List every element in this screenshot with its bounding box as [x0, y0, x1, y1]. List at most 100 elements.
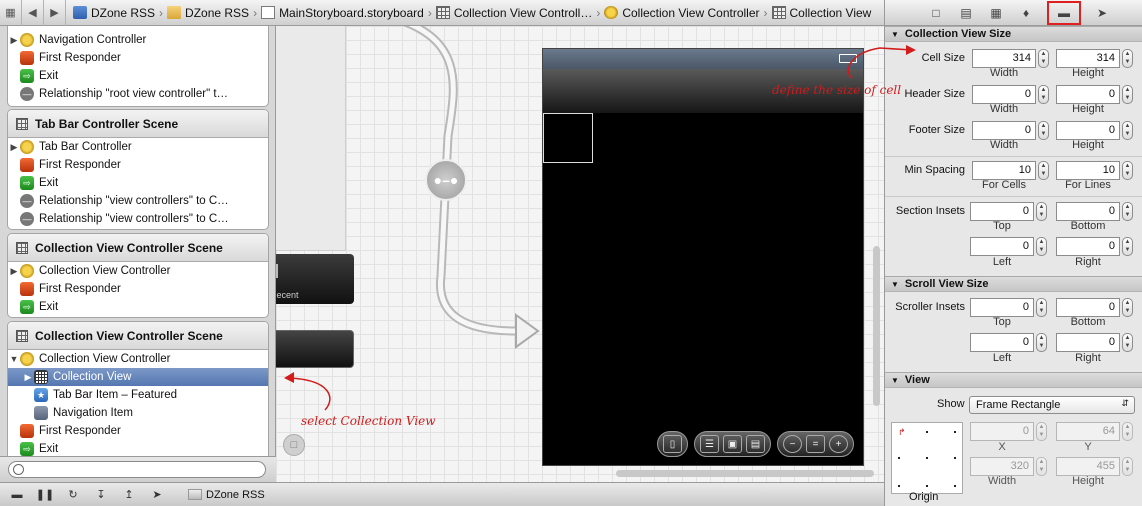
disclosure-triangle-icon[interactable]: ▶ [8, 35, 20, 46]
disclosure-triangle-icon[interactable]: ▶ [22, 372, 34, 383]
footer-width-stepper[interactable]: ▲ ▼ [1038, 121, 1049, 140]
scroll-view-size-header[interactable]: ▼ Scroll View Size [885, 276, 1142, 292]
collection-view-controller-view[interactable]: ▯ ☰ ▣ ▤ − = + [542, 48, 864, 466]
scroller-inset-top-field[interactable]: 0 [970, 298, 1034, 317]
section-inset-bottom-stepper[interactable]: ▲ ▼ [1122, 202, 1133, 221]
section-inset-bottom-field[interactable]: 0 [1056, 202, 1120, 221]
size-inspector-icon[interactable]: ▬ [1047, 0, 1081, 25]
outline-item[interactable]: — Relationship "view controllers" to C… [8, 192, 268, 210]
step-over-icon[interactable]: ↻ [66, 488, 80, 502]
disclosure-triangle-open-icon[interactable]: ▼ [8, 354, 20, 364]
outline-item[interactable]: — Relationship "root view controller" t… [8, 85, 268, 103]
breadcrumb-group[interactable]: DZone RSS [164, 0, 252, 26]
section-inset-right-stepper[interactable]: ▲ ▼ [1122, 237, 1133, 256]
section-inset-right-field[interactable]: 0 [1056, 237, 1120, 256]
show-popup[interactable]: Frame Rectangle ⇵ [969, 396, 1135, 414]
outline-item[interactable]: ▶ Collection View Controller [8, 262, 268, 280]
scroller-inset-right-field[interactable]: 0 [1056, 333, 1120, 352]
outline-item[interactable]: ★ Tab Bar Item – Featured [8, 386, 268, 404]
footer-width-field[interactable]: 0 [972, 121, 1036, 140]
collection-view-cell[interactable] [543, 113, 593, 163]
outline-item[interactable]: ▶ Tab Bar Controller [8, 138, 268, 156]
segue-icon[interactable]: ●–● [425, 159, 467, 201]
scroller-inset-left-stepper[interactable]: ▲ ▼ [1036, 333, 1047, 352]
breadcrumb-scene[interactable]: Collection View Controll… [433, 0, 596, 26]
zoom-out-icon[interactable]: − [783, 435, 802, 453]
debug-target[interactable]: DZone RSS [188, 489, 265, 501]
outline-item[interactable]: First Responder [8, 280, 268, 298]
min-spacing-lines-stepper[interactable]: ▲ ▼ [1122, 161, 1133, 180]
scroller-inset-bottom-stepper[interactable]: ▲ ▼ [1122, 298, 1133, 317]
header-height-field[interactable]: 0 [1056, 85, 1120, 104]
disclosure-triangle-icon[interactable]: ▶ [8, 142, 20, 153]
cell-width-field[interactable]: 314 [972, 49, 1036, 68]
breadcrumb-file[interactable]: MainStoryboard.storyboard [258, 0, 427, 26]
section-inset-top-stepper[interactable]: ▲ ▼ [1036, 202, 1047, 221]
cell-width-stepper[interactable]: ▲ ▼ [1038, 49, 1049, 68]
breadcrumb-collection-view[interactable]: Collection View [769, 0, 875, 26]
location-icon[interactable]: ➤ [150, 488, 164, 502]
frame-x-field[interactable]: 0 [970, 422, 1034, 441]
scroller-inset-right-stepper[interactable]: ▲ ▼ [1122, 333, 1133, 352]
frame-height-stepper[interactable]: ▲ ▼ [1122, 457, 1133, 476]
scene-header[interactable]: Collection View Controller Scene [8, 322, 268, 350]
scroller-inset-bottom-field[interactable]: 0 [1056, 298, 1120, 317]
connections-inspector-icon[interactable]: ➤ [1093, 4, 1111, 22]
outline-item[interactable]: First Responder [8, 422, 268, 440]
align-icon[interactable]: ☰ [700, 435, 719, 453]
canvas-horizontal-scrollbar[interactable] [616, 470, 874, 477]
breadcrumb-controller[interactable]: Collection View Controller [601, 0, 762, 26]
scene-header[interactable]: Collection View Controller Scene [8, 234, 268, 262]
frame-height-field[interactable]: 455 [1056, 457, 1120, 476]
pause-icon[interactable]: ❚❚ [36, 488, 54, 502]
outline-item[interactable]: — Relationship "view controllers" to C… [8, 210, 268, 228]
min-spacing-cells-stepper[interactable]: ▲ ▼ [1038, 161, 1049, 180]
outline-item[interactable]: Navigation Item [8, 404, 268, 422]
header-height-stepper[interactable]: ▲ ▼ [1122, 85, 1133, 104]
min-spacing-cells-field[interactable]: 10 [972, 161, 1036, 180]
outline-item[interactable]: ▼ Collection View Controller [8, 350, 268, 368]
collection-view-size-header[interactable]: ▼ Collection View Size [885, 26, 1142, 42]
related-items-icon[interactable]: ▦ [0, 0, 22, 26]
file-inspector-icon[interactable]: □ [927, 4, 945, 22]
footer-height-field[interactable]: 0 [1056, 121, 1120, 140]
outline-item[interactable]: First Responder [8, 156, 268, 174]
section-inset-top-field[interactable]: 0 [970, 202, 1034, 221]
section-inset-left-field[interactable]: 0 [970, 237, 1034, 256]
step-in-icon[interactable]: ↧ [94, 488, 108, 502]
footer-height-stepper[interactable]: ▲ ▼ [1122, 121, 1133, 140]
resolve-icon[interactable]: ▤ [746, 435, 765, 453]
frame-width-field[interactable]: 320 [970, 457, 1034, 476]
form-factor-icon[interactable]: ▯ [663, 435, 682, 453]
outline-item[interactable]: ⇨ Exit [8, 298, 268, 316]
canvas-vertical-scrollbar[interactable] [873, 246, 880, 406]
origin-picker[interactable]: ↱ [891, 422, 963, 494]
back-arrow-icon[interactable]: ◀ [22, 0, 44, 26]
cell-height-stepper[interactable]: ▲ ▼ [1122, 49, 1133, 68]
forward-arrow-icon[interactable]: ▶ [44, 0, 66, 26]
header-width-field[interactable]: 0 [972, 85, 1036, 104]
view-header[interactable]: ▼ View [885, 372, 1142, 388]
breadcrumb-project[interactable]: DZone RSS [70, 0, 158, 26]
step-out-icon[interactable]: ↥ [122, 488, 136, 502]
outline-item[interactable]: ▶ Navigation Controller [8, 31, 268, 49]
frame-x-stepper[interactable]: ▲ ▼ [1036, 422, 1047, 441]
zoom-in-icon[interactable]: + [829, 435, 848, 453]
outline-filter-field[interactable] [8, 461, 266, 478]
outline-item[interactable]: First Responder [8, 49, 268, 67]
attributes-inspector-icon[interactable]: ♦ [1017, 4, 1035, 22]
min-spacing-lines-field[interactable]: 10 [1056, 161, 1120, 180]
header-width-stepper[interactable]: ▲ ▼ [1038, 85, 1049, 104]
disclosure-triangle-icon[interactable]: ▶ [8, 266, 20, 277]
frame-y-field[interactable]: 64 [1056, 422, 1120, 441]
zoom-reset-icon[interactable]: = [806, 435, 825, 453]
hide-debug-area-icon[interactable]: ▬ [10, 488, 24, 502]
outline-item[interactable]: ⇨ Exit [8, 67, 268, 85]
identity-inspector-icon[interactable]: ▦ [987, 4, 1005, 22]
scroller-inset-top-stepper[interactable]: ▲ ▼ [1036, 298, 1047, 317]
scene-header[interactable]: Tab Bar Controller Scene [8, 110, 268, 138]
quick-help-icon[interactable]: ▤ [957, 4, 975, 22]
scroller-inset-left-field[interactable]: 0 [970, 333, 1034, 352]
section-inset-left-stepper[interactable]: ▲ ▼ [1036, 237, 1047, 256]
pin-icon[interactable]: ▣ [723, 435, 742, 453]
